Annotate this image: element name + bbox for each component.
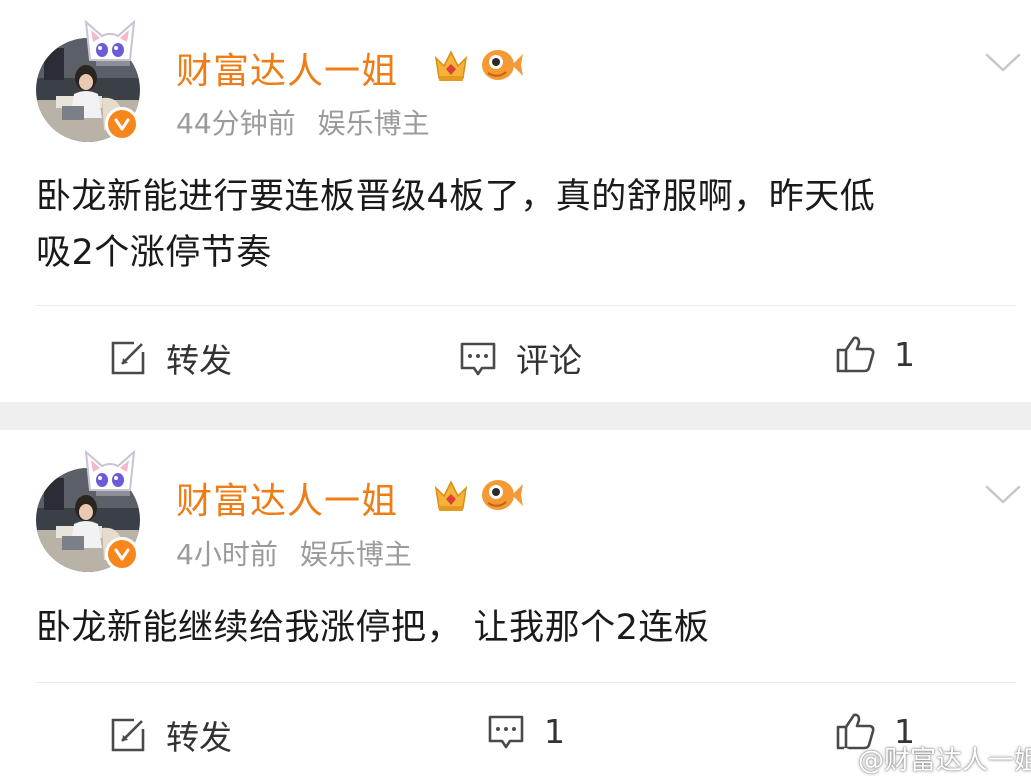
like-count: 1 [894, 334, 915, 374]
repost-label: 转发 [166, 341, 232, 380]
post-content-line: 卧龙新能进行要连板晋级4板了，真的舒服啊，昨天低 [36, 177, 876, 217]
repost-button[interactable]: 转发 [108, 711, 232, 759]
post-time: 4小时前 [176, 538, 278, 571]
divider [36, 305, 1016, 306]
post-source: 娱乐博主 [317, 107, 430, 140]
avatar[interactable] [36, 19, 148, 150]
repost-icon [111, 341, 145, 375]
repost-button[interactable]: 转发 [108, 334, 232, 382]
comment-icon [460, 342, 496, 376]
like-button[interactable]: 1 [834, 334, 915, 374]
comment-label: 评论 [516, 341, 582, 380]
post-content: 卧龙新能继续给我涨停把， 让我那个2连板 [36, 600, 1006, 656]
repost-label: 转发 [166, 718, 232, 757]
cat-ear-icon [84, 449, 136, 491]
verified-icon [105, 107, 139, 141]
cat-ear-icon [84, 19, 136, 61]
divider [36, 682, 1016, 683]
comment-button[interactable]: 评论 [458, 334, 582, 382]
post-meta: 44分钟前 娱乐博主 [176, 102, 430, 142]
comment-button[interactable]: 1 [486, 711, 565, 751]
comment-icon [488, 715, 524, 749]
author-name[interactable]: 财富达人一姐 [176, 42, 398, 94]
post-content-line: 卧龙新能继续给我涨停把， 让我那个2连板 [36, 608, 710, 648]
post-content-line: 吸2个涨停节奏 [36, 233, 272, 273]
post-time: 44分钟前 [176, 107, 296, 140]
avatar[interactable] [36, 449, 148, 580]
watermark: @财富达人一姐 [820, 740, 1031, 777]
weibo-logo-icon [820, 747, 853, 772]
post-card: 财富达人一姐 44分钟前 娱乐博主 卧龙新能进行要连板晋级4板了，真的舒服啊，昨天… [0, 0, 1031, 402]
repost-icon [111, 718, 145, 752]
comment-count: 1 [544, 711, 565, 751]
post-meta: 4小时前 娱乐博主 [176, 533, 412, 573]
chevron-down-icon[interactable] [985, 52, 1021, 74]
fish-icon [482, 480, 523, 510]
chevron-down-icon[interactable] [985, 484, 1021, 506]
post-source: 娱乐博主 [299, 538, 412, 571]
crown-icon [434, 480, 468, 511]
fish-icon [482, 50, 523, 80]
watermark-text: @财富达人一姐 [858, 746, 1031, 776]
like-icon [836, 336, 875, 373]
author-name[interactable]: 财富达人一姐 [176, 472, 398, 524]
post-separator [0, 402, 1031, 430]
verified-icon [105, 537, 139, 571]
post-content: 卧龙新能进行要连板晋级4板了，真的舒服啊，昨天低 吸2个涨停节奏 [36, 169, 1006, 281]
crown-icon [434, 50, 468, 81]
post-card: 财富达人一姐 4小时前娱乐博主 卧龙新能继续给我涨停把， 让我那个2连板 转发 [0, 430, 1031, 780]
